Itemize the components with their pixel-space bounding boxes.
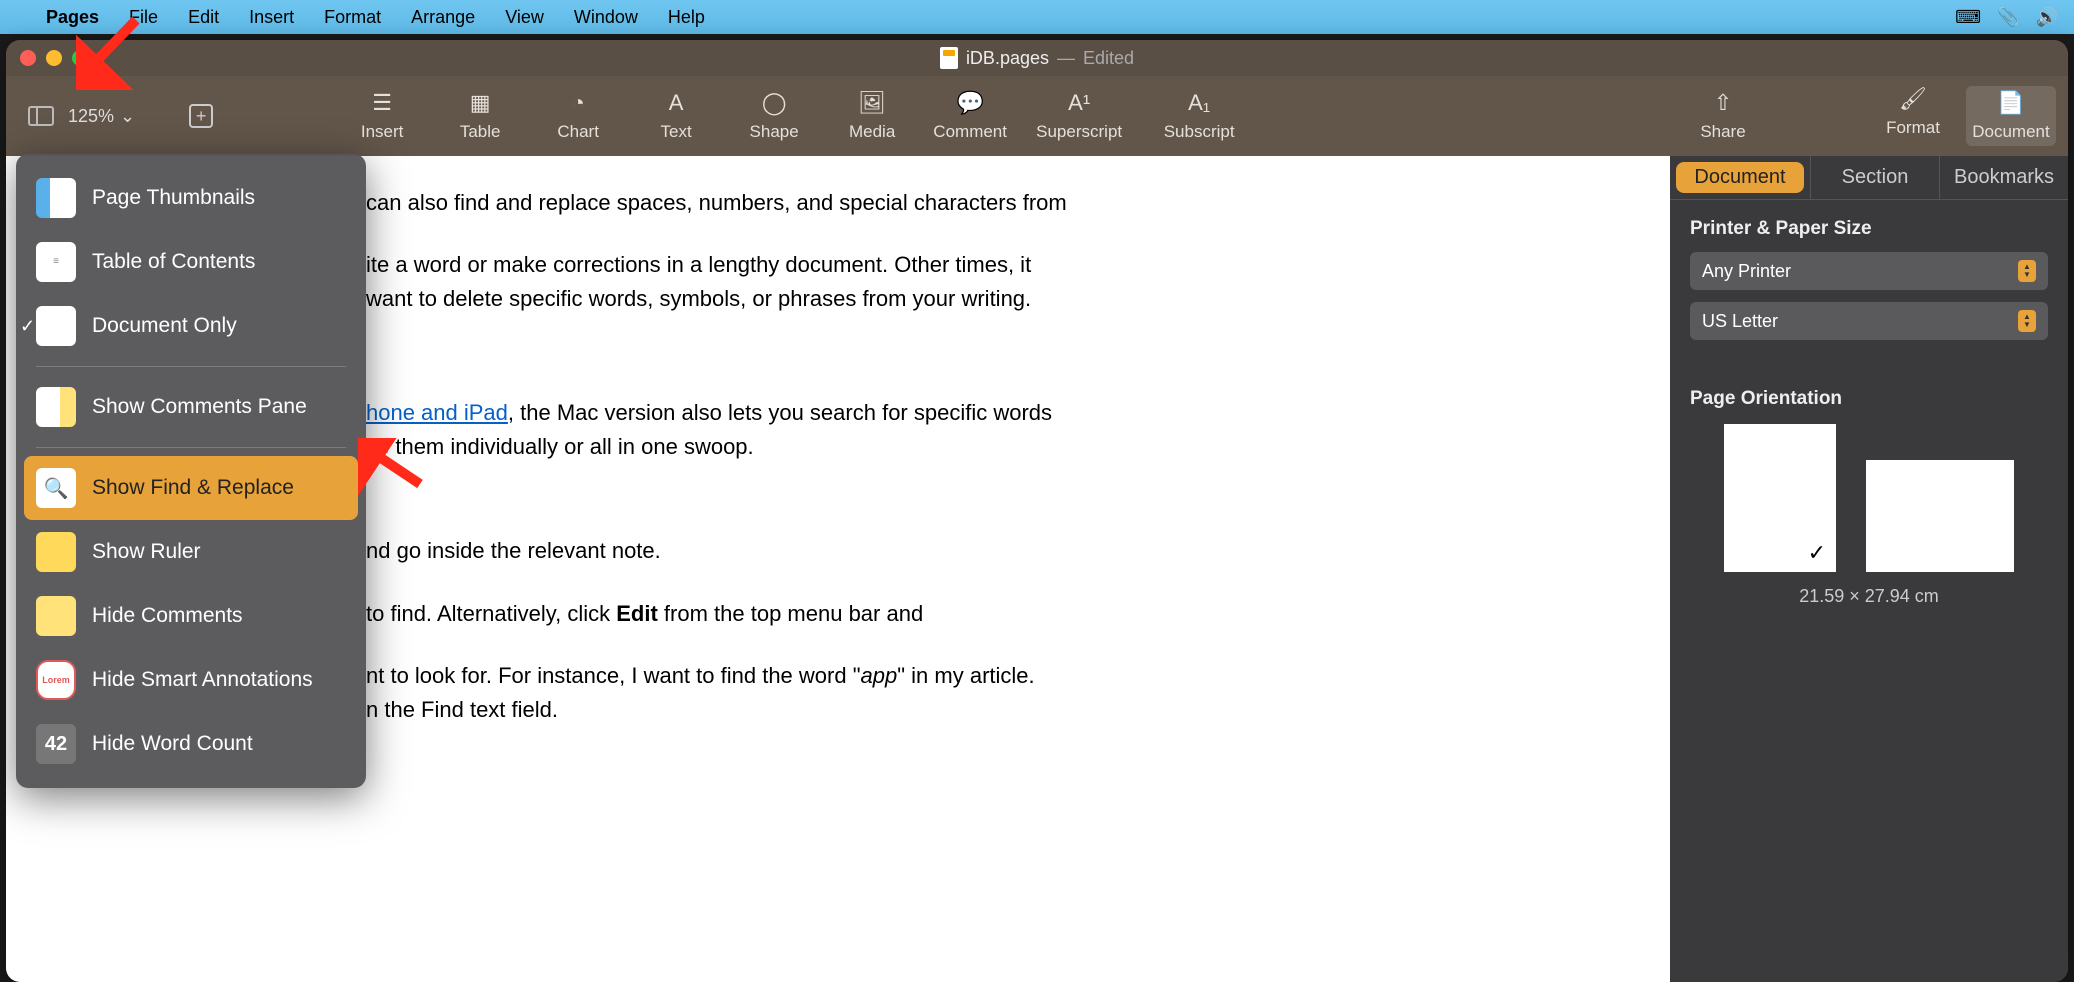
attachment-icon[interactable]: 📎 [1997,7,2019,28]
word-count-icon: 42 [36,724,76,764]
body-text: n the Find text field. [366,697,558,722]
document-title: iDB.pages [966,48,1049,69]
insert-button[interactable]: ☰Insert [333,90,431,142]
share-icon: ⇧ [1714,90,1732,116]
shape-icon: ◯ [762,90,787,116]
document-icon [940,47,958,69]
format-inspector-button[interactable]: 🖌Format [1868,86,1958,146]
menu-view[interactable]: View [505,7,544,28]
body-text-italic: app [861,663,898,688]
view-item-hide-comments[interactable]: Hide Comments [24,584,358,648]
find-icon: 🔍 [36,468,76,508]
format-icon: 🖌 [1899,86,1927,112]
thumbnails-icon [36,178,76,218]
hide-comments-icon [36,596,76,636]
ruler-icon [36,532,76,572]
menu-edit[interactable]: Edit [188,7,219,28]
comments-pane-icon [36,387,76,427]
annotation-arrow [76,10,156,90]
superscript-icon: A¹ [1068,90,1090,116]
printer-section-label: Printer & Paper Size [1690,218,2048,240]
shape-button[interactable]: ◯Shape [725,90,823,142]
checkmark-icon: ✓ [1808,540,1826,566]
view-item-page-thumbnails[interactable]: Page Thumbnails [24,166,358,230]
share-button[interactable]: ⇧Share [1678,90,1768,142]
paper-size-select[interactable]: US Letter ▲▼ [1690,302,2048,340]
orientation-label: Page Orientation [1690,388,2048,410]
media-icon: 🖼 [858,90,886,116]
lorem-icon: Lorem [36,660,76,700]
view-item-hide-smart-annotations[interactable]: LoremHide Smart Annotations [24,648,358,712]
view-item-table-of-contents[interactable]: ≡Table of Contents [24,230,358,294]
table-button[interactable]: ▦Table [431,90,529,142]
printer-select[interactable]: Any Printer ▲▼ [1690,252,2048,290]
view-menu-button[interactable] [28,106,54,126]
inspector-tab-section[interactable]: Section [1810,156,1939,199]
chevron-down-icon: ⌄ [120,106,135,127]
chart-icon: ◔ [571,90,584,116]
minimize-window-button[interactable] [46,50,62,66]
menu-help[interactable]: Help [668,7,705,28]
menubar-right: ⌨ 📎 🔊 [1955,7,2058,28]
view-item-hide-word-count[interactable]: 42Hide Word Count [24,712,358,776]
volume-icon[interactable]: 🔊 [2036,7,2058,28]
stepper-icon: ▲▼ [2018,310,2036,332]
body-text: nt to look for. For instance, I want to … [366,663,861,688]
inspector-tab-document[interactable]: Document [1676,162,1804,193]
toolbar: 125% ⌄ + ☰Insert ▦Table ◔Chart AText ◯Sh… [6,76,2068,156]
subscript-button[interactable]: A₁Subscript [1139,90,1259,142]
subscript-icon: A₁ [1188,90,1210,116]
stepper-icon: ▲▼ [2018,260,2036,282]
menu-insert[interactable]: Insert [249,7,294,28]
menu-arrange[interactable]: Arrange [411,7,475,28]
menu-format[interactable]: Format [324,7,381,28]
view-item-show-find-replace[interactable]: 🔍Show Find & Replace [24,456,358,520]
body-text: nd go inside the relevant note. [366,538,661,563]
comment-icon: 💬 [956,90,983,116]
body-text: from the top menu bar and [658,601,923,626]
toc-icon: ≡ [36,242,76,282]
body-text-bold: Edit [616,601,658,626]
superscript-button[interactable]: A¹Superscript [1019,90,1139,142]
annotation-arrow [358,438,438,498]
text-button[interactable]: AText [627,90,725,142]
body-text: , the Mac version also lets you search f… [508,400,1052,425]
body-text: ite a word or make corrections in a leng… [366,252,1031,277]
view-item-show-comments-pane[interactable]: Show Comments Pane [24,375,358,439]
input-menu-icon[interactable]: ⌨ [1955,7,1981,28]
hyperlink[interactable]: hone and iPad [366,400,508,425]
inspector-panel: Document Section Bookmarks Printer & Pap… [1670,156,2068,982]
text-icon: A [669,90,684,116]
inspector-tab-bookmarks[interactable]: Bookmarks [1939,156,2068,199]
zoom-selector[interactable]: 125% ⌄ [68,106,135,127]
document-inspector-icon: 📄 [1997,90,2024,116]
menu-separator [36,366,346,367]
window-titlebar: iDB.pages — Edited [6,40,2068,76]
add-page-button[interactable]: + [189,104,213,128]
menu-window[interactable]: Window [574,7,638,28]
body-text: " in my article. [897,663,1034,688]
document-only-icon [36,306,76,346]
document-inspector-button[interactable]: 📄Document [1966,86,2056,146]
body-text: can also find and replace spaces, number… [366,190,1067,215]
menu-separator [36,447,346,448]
view-item-show-ruler[interactable]: Show Ruler [24,520,358,584]
view-item-document-only[interactable]: Document Only [24,294,358,358]
close-window-button[interactable] [20,50,36,66]
page-dimensions: 21.59 × 27.94 cm [1690,586,2048,607]
table-icon: ▦ [470,90,491,116]
view-dropdown-menu: Page Thumbnails ≡Table of Contents Docum… [16,154,366,788]
pages-window: iDB.pages — Edited 125% ⌄ + ☰Insert ▦Tab… [6,40,2068,982]
comment-button[interactable]: 💬Comment [921,90,1019,142]
orientation-landscape[interactable] [1866,460,2014,572]
body-text: to find. Alternatively, click [366,601,616,626]
body-text: want to delete specific words, symbols, … [366,286,1031,311]
insert-icon: ☰ [372,90,392,116]
document-status: Edited [1083,48,1134,69]
title-dash: — [1057,48,1075,69]
media-button[interactable]: 🖼Media [823,90,921,142]
chart-button[interactable]: ◔Chart [529,90,627,142]
orientation-portrait[interactable]: ✓ [1724,424,1836,572]
system-menubar: Pages File Edit Insert Format Arrange Vi… [0,0,2074,34]
